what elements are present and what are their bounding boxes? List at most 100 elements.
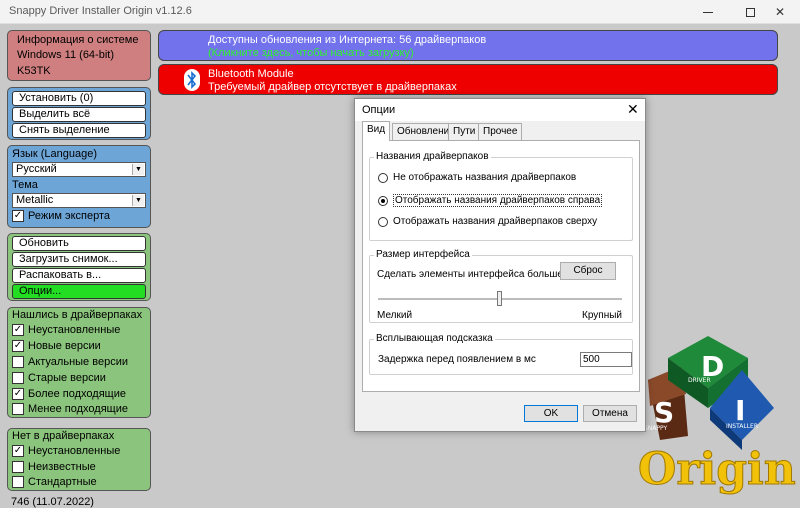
names-group: Названия драйверпаков Не отображать назв… bbox=[369, 151, 633, 241]
checkbox-unchecked-icon bbox=[12, 461, 24, 473]
ok-button[interactable]: OK bbox=[524, 405, 578, 422]
filter-worse-match[interactable]: Менее подходящие bbox=[12, 403, 128, 415]
system-info-panel[interactable]: Информация о системе Windows 11 (64-bit)… bbox=[7, 30, 151, 81]
filter-label: Стандартные bbox=[28, 476, 97, 488]
checkbox-unchecked-icon bbox=[12, 356, 24, 368]
dialog-title: Опции bbox=[362, 104, 396, 116]
chevron-down-icon: ▼ bbox=[132, 195, 144, 206]
language-panel: Язык (Language) Русский ▼ Тема Metallic … bbox=[7, 145, 151, 228]
filter-better-match[interactable]: ✓ Более подходящие bbox=[12, 388, 126, 400]
radio-label: Отображать названия драйверпаков справа bbox=[393, 194, 603, 207]
checkbox-checked-icon: ✓ bbox=[12, 445, 24, 457]
filter-not-installed[interactable]: ✓ Неустановленные bbox=[12, 324, 120, 336]
system-os: Windows 11 (64-bit) bbox=[17, 49, 114, 61]
device-row-bluetooth[interactable]: Bluetooth Module Требуемый драйвер отсут… bbox=[158, 64, 778, 95]
language-value: Русский bbox=[16, 163, 57, 175]
filter-label: Неустановленные bbox=[28, 324, 121, 336]
updates-banner-title: Доступны обновления из Интернета: 56 дра… bbox=[208, 34, 487, 46]
checkbox-checked-icon: ✓ bbox=[12, 388, 24, 400]
dialog-close-button[interactable]: ✕ bbox=[627, 101, 639, 118]
cancel-button[interactable]: Отмена bbox=[583, 405, 637, 422]
logo-tag-installer: INSTALLER bbox=[726, 423, 758, 430]
chevron-down-icon: ▼ bbox=[132, 164, 144, 175]
tab-panel-view: Названия драйверпаков Не отображать назв… bbox=[362, 140, 640, 392]
tooltip-delay-input[interactable]: 500 bbox=[580, 352, 632, 367]
update-button[interactable]: Обновить bbox=[12, 236, 146, 251]
checkbox-unchecked-icon bbox=[12, 372, 24, 384]
filter-older[interactable]: Старые версии bbox=[12, 372, 106, 384]
filter-current[interactable]: Актуальные версии bbox=[12, 356, 128, 368]
theme-label: Тема bbox=[12, 179, 38, 191]
size-min-label: Мелкий bbox=[377, 310, 413, 321]
options-button[interactable]: Опции... bbox=[12, 284, 146, 299]
checkbox-unchecked-icon bbox=[12, 403, 24, 415]
tooltip-group: Всплывающая подсказка Задержка перед поя… bbox=[369, 333, 633, 375]
system-computer: K53TK bbox=[17, 65, 51, 77]
found-filters-panel: Нашлись в драйверпаках ✓ Неустановленные… bbox=[7, 307, 151, 418]
filter-label: Актуальные версии bbox=[28, 356, 128, 368]
load-snapshot-button[interactable]: Загрузить снимок... bbox=[12, 252, 146, 267]
select-all-button[interactable]: Выделить всё bbox=[12, 107, 146, 122]
system-info-heading: Информация о системе bbox=[17, 34, 139, 46]
filter-label: Новые версии bbox=[28, 340, 101, 352]
tools-panel: Обновить Загрузить снимок... Распаковать… bbox=[7, 233, 151, 301]
checkbox-checked-icon: ✓ bbox=[12, 324, 24, 336]
radio-label: Отображать названия драйверпаков сверху bbox=[393, 216, 598, 227]
filter-unknown[interactable]: Неизвестные bbox=[12, 461, 96, 473]
filter-label: Менее подходящие bbox=[28, 403, 128, 415]
updates-banner-link[interactable]: (Кликните здесь, чтобы начать загрузку) bbox=[208, 47, 414, 59]
dialog-title-bar: Опции ✕ bbox=[355, 99, 645, 121]
logo-text: Origin bbox=[638, 444, 796, 495]
language-label: Язык (Language) bbox=[12, 148, 98, 160]
size-group: Размер интерфейса Сделать элементы интер… bbox=[369, 249, 633, 323]
tab-paths[interactable]: Пути bbox=[448, 123, 481, 140]
radio-selected-icon bbox=[378, 195, 388, 206]
filter-label: Неустановленные bbox=[28, 445, 121, 457]
tab-other[interactable]: Прочее bbox=[478, 123, 523, 140]
radio-unselected-icon bbox=[378, 172, 388, 183]
missing-filters-heading: Нет в драйверпаках bbox=[12, 430, 115, 442]
radio-unselected-icon bbox=[378, 216, 388, 227]
size-slider-thumb[interactable] bbox=[497, 291, 502, 306]
filter-missing-not-installed[interactable]: ✓ Неустановленные bbox=[12, 445, 120, 457]
names-group-label: Названия драйверпаков bbox=[374, 151, 491, 162]
minimize-icon bbox=[703, 11, 713, 13]
updates-banner[interactable]: Доступны обновления из Интернета: 56 дра… bbox=[158, 30, 778, 61]
logo-tag-driver: DRIVER bbox=[688, 377, 711, 384]
expert-mode-label: Режим эксперта bbox=[28, 210, 111, 222]
missing-filters-panel: Нет в драйверпаках ✓ Неустановленные Неи… bbox=[7, 428, 151, 491]
size-max-label: Крупный bbox=[582, 310, 622, 321]
reset-size-button[interactable]: Сброс bbox=[560, 262, 616, 280]
radio-hide-names[interactable]: Не отображать названия драйверпаков bbox=[378, 172, 576, 183]
filter-standard[interactable]: Стандартные bbox=[12, 476, 97, 488]
close-button[interactable]: ✕ bbox=[758, 0, 800, 24]
size-group-label: Размер интерфейса bbox=[374, 249, 472, 260]
filter-label: Более подходящие bbox=[28, 388, 126, 400]
window-title: Snappy Driver Installer Origin v1.12.6 bbox=[9, 5, 192, 17]
sdio-logo: D S I DRIVER SNAPPY INSTALLER Origin bbox=[630, 336, 796, 496]
title-bar: Snappy Driver Installer Origin v1.12.6 ✕ bbox=[0, 0, 800, 24]
deselect-button[interactable]: Снять выделение bbox=[12, 123, 146, 138]
device-status: Требуемый драйвер отсутствует в драйверп… bbox=[208, 81, 457, 93]
theme-value: Metallic bbox=[16, 194, 54, 206]
radio-label: Не отображать названия драйверпаков bbox=[393, 172, 577, 183]
checkbox-unchecked-icon bbox=[12, 476, 24, 488]
radio-names-top[interactable]: Отображать названия драйверпаков сверху bbox=[378, 216, 597, 227]
radio-names-right[interactable]: Отображать названия драйверпаков справа bbox=[378, 194, 603, 207]
device-name: Bluetooth Module bbox=[208, 68, 294, 80]
options-dialog: Опции ✕ Вид Обновления Пути Прочее Назва… bbox=[354, 98, 646, 432]
bluetooth-icon bbox=[184, 69, 200, 91]
filter-label: Неизвестные bbox=[28, 461, 96, 473]
install-button[interactable]: Установить (0) bbox=[12, 91, 146, 106]
theme-select[interactable]: Metallic ▼ bbox=[12, 193, 146, 208]
minimize-button[interactable] bbox=[686, 0, 730, 24]
tab-view[interactable]: Вид bbox=[362, 121, 391, 141]
tooltip-group-label: Всплывающая подсказка bbox=[374, 333, 495, 344]
language-select[interactable]: Русский ▼ bbox=[12, 162, 146, 177]
unpack-button[interactable]: Распаковать в... bbox=[12, 268, 146, 283]
maximize-icon bbox=[745, 7, 755, 17]
filter-newer[interactable]: ✓ Новые версии bbox=[12, 340, 101, 352]
expert-mode-checkbox[interactable]: ✓ Режим эксперта bbox=[12, 210, 110, 222]
close-icon: ✕ bbox=[774, 5, 786, 19]
checkbox-checked-icon: ✓ bbox=[12, 340, 24, 352]
